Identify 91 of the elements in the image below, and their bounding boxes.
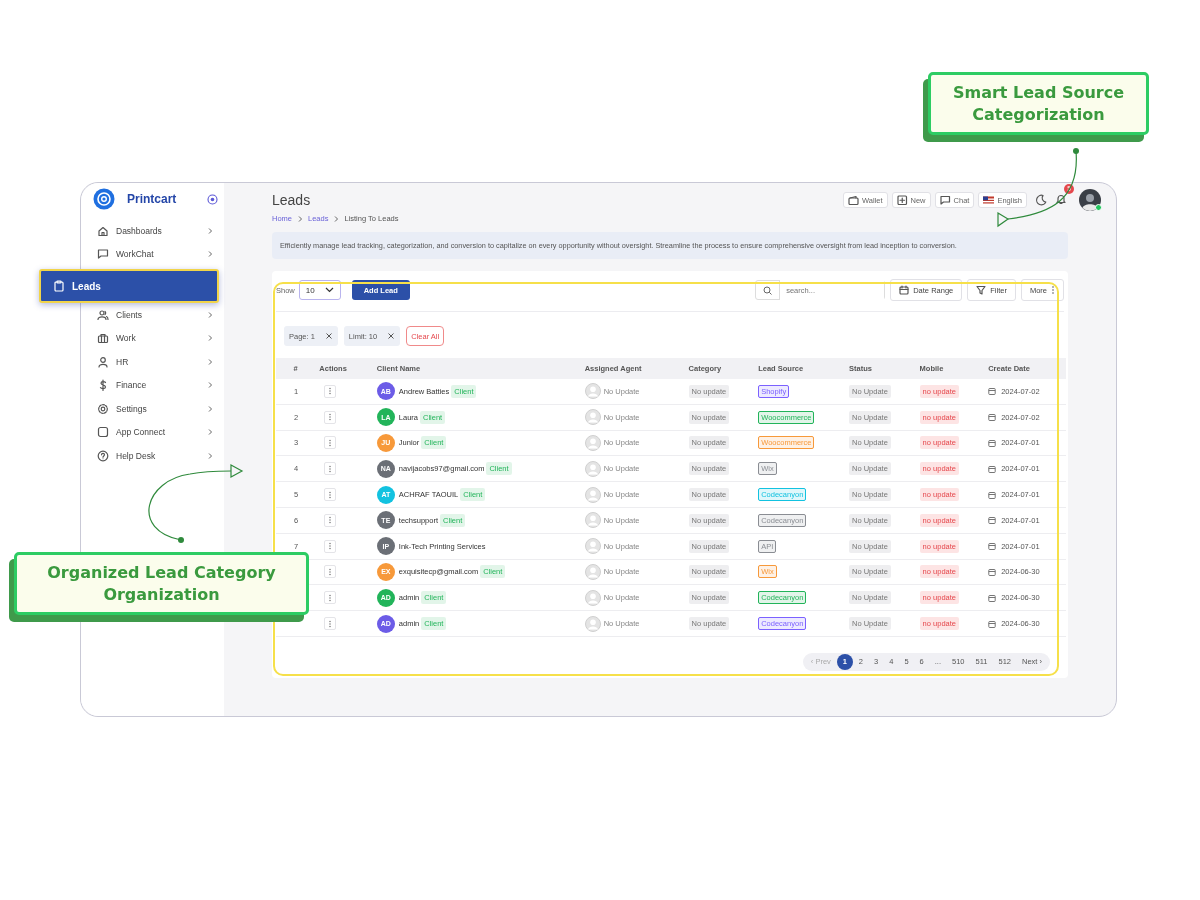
agent-avatar	[584, 589, 601, 606]
calendar-icon	[988, 619, 997, 628]
caret-icon	[324, 287, 334, 293]
calendar-icon	[988, 413, 997, 422]
agent-avatar	[584, 512, 601, 529]
kebab-icon	[328, 387, 333, 396]
kebab-icon	[328, 619, 333, 628]
sidebar-item[interactable]: App Connect	[93, 420, 224, 444]
kebab-icon	[328, 464, 333, 473]
square-icon	[97, 426, 109, 439]
chevron-icon	[207, 357, 213, 366]
settings-icon	[97, 402, 109, 415]
moon-icon	[1035, 194, 1047, 206]
calendar-icon	[988, 490, 997, 499]
chevron-icon	[207, 334, 213, 343]
online-dot	[1095, 204, 1102, 211]
person-icon	[97, 355, 109, 368]
flag-icon	[983, 194, 995, 206]
row-actions-button[interactable]	[324, 617, 337, 631]
calendar-icon	[988, 542, 997, 551]
row-actions-button[interactable]	[324, 513, 337, 527]
logo-icon	[93, 188, 115, 210]
page-title: Leads	[272, 192, 312, 208]
row-actions-button[interactable]	[324, 565, 337, 579]
agent-avatar	[584, 409, 601, 426]
home-icon	[97, 224, 109, 237]
sidebar-item[interactable]: Help Desk	[93, 444, 224, 468]
kebab-icon	[328, 439, 333, 447]
sidebar-item[interactable]: WorkChat	[93, 242, 224, 266]
agent-avatar	[584, 383, 601, 400]
row-actions-button[interactable]	[324, 462, 337, 476]
sidebar-item[interactable]: Leads	[39, 269, 219, 303]
calendar-icon	[988, 516, 997, 525]
calendar-icon	[988, 593, 997, 602]
sidebar-item[interactable]: HR	[93, 350, 224, 374]
calendar-icon	[988, 567, 997, 576]
agent-avatar	[584, 435, 601, 451]
clipboard-icon	[53, 280, 65, 292]
close-icon	[324, 332, 333, 340]
kebab-icon	[328, 542, 333, 551]
kebab-icon	[328, 516, 333, 525]
row-actions-button[interactable]	[324, 539, 337, 553]
close-icon	[387, 332, 396, 340]
calendar-icon	[988, 387, 997, 396]
chevron-icon	[207, 226, 213, 235]
kebab-icon	[1051, 285, 1055, 295]
kebab-icon	[328, 593, 333, 602]
agent-avatar	[584, 486, 601, 503]
agent-avatar	[584, 615, 601, 632]
page-size-select[interactable]: 10	[298, 280, 341, 300]
calendar-icon	[988, 439, 997, 447]
chevron-icon	[207, 381, 213, 390]
brand-name: Printcart	[127, 192, 178, 206]
search-icon	[763, 285, 773, 295]
chat-icon	[939, 194, 951, 206]
user-avatar	[1079, 189, 1101, 211]
agent-avatar	[584, 563, 601, 580]
sidebar-item[interactable]: Work	[93, 326, 224, 350]
chevron-icon	[207, 451, 213, 460]
chat-icon	[97, 248, 109, 261]
sidebar-item[interactable]: Clients	[93, 303, 224, 327]
users-icon	[97, 308, 109, 321]
sidebar-item[interactable]: Settings	[93, 397, 224, 421]
agent-avatar	[584, 538, 601, 555]
chevron-icon	[207, 428, 213, 437]
row-actions-button[interactable]	[324, 591, 337, 605]
funnel-icon	[976, 285, 987, 295]
chevron-icon	[207, 250, 213, 259]
calendar-icon	[988, 464, 997, 473]
chevron-icon	[333, 214, 340, 223]
briefcase-icon	[97, 332, 109, 345]
plus-box-icon	[896, 194, 908, 206]
chevron-icon	[207, 310, 213, 319]
help-icon	[97, 449, 109, 462]
kebab-icon	[328, 567, 333, 576]
row-actions-button[interactable]	[324, 384, 337, 398]
chevron-icon	[207, 404, 213, 413]
kebab-icon	[328, 490, 333, 499]
target-icon	[207, 193, 218, 205]
sidebar-item[interactable]: Dashboards	[93, 219, 224, 243]
agent-avatar	[584, 460, 601, 477]
bell-icon	[1055, 193, 1067, 205]
sidebar-item[interactable]: Finance	[93, 373, 224, 397]
chevron-icon	[297, 214, 303, 223]
row-actions-button[interactable]	[324, 488, 337, 502]
row-actions-button[interactable]	[324, 436, 337, 450]
wallet-icon	[847, 194, 859, 206]
calendar-icon	[899, 285, 910, 295]
kebab-icon	[328, 413, 333, 422]
row-actions-button[interactable]	[324, 410, 337, 424]
dollar-icon	[97, 379, 109, 392]
